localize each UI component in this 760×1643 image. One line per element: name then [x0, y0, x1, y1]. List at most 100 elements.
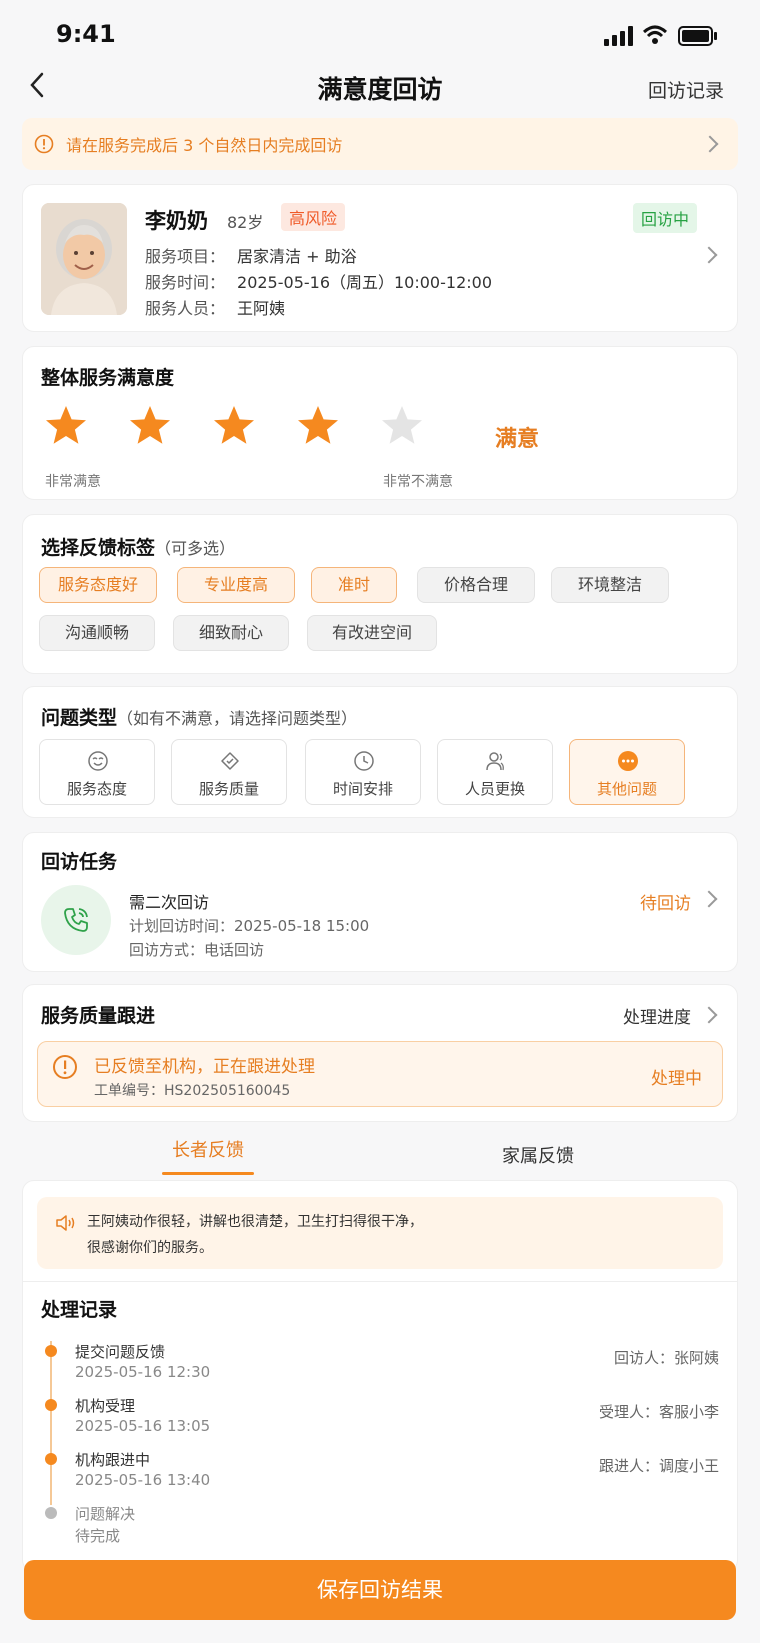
- feedback-tags-card: 选择反馈标签（可多选） 服务态度好 专业度高 准时 价格合理 环境整洁沟通顺畅 细致耐心有…: [22, 514, 738, 674]
- staff-row: 服务人员： 王阿姨: [145, 295, 285, 319]
- service-time-label: 服务时间：: [145, 273, 226, 292]
- alert-icon: [53, 1055, 77, 1079]
- star-filled-icon[interactable]: [295, 403, 341, 449]
- satisfaction-title: 整体服务满意度: [41, 367, 175, 389]
- risk-badge: 高风险: [281, 203, 346, 231]
- scale-right-label: 非常不满意: [383, 474, 453, 490]
- save-button[interactable]: 保存回访结果: [24, 1560, 736, 1620]
- record-title: 提交问题反馈: [75, 1343, 166, 1361]
- signal-icon: [604, 26, 633, 46]
- quality-tag-icon: [221, 752, 239, 770]
- feedback-tag[interactable]: 环境整洁: [551, 567, 669, 603]
- staff-value: 王阿姨: [237, 299, 286, 318]
- record-person: 回访人：张阿姨: [613, 1349, 719, 1367]
- star-filled-icon[interactable]: [211, 403, 257, 449]
- process-status: 处理中: [651, 1069, 702, 1089]
- scale-left-label: 非常满意: [45, 474, 101, 490]
- star-empty-icon[interactable]: [379, 403, 425, 449]
- alert-box[interactable]: 已反馈至机构，正在跟进处理 工单编号：HS202505160045 处理中: [37, 1041, 723, 1107]
- timeline-dot: [45, 1345, 57, 1357]
- feedback-tag[interactable]: 沟通顺畅: [39, 615, 155, 651]
- feedback-records-card: 王阿姨动作很轻，讲解也很清楚，卫生打扫得很干净， 很感谢你们的服务。 处理记录 …: [22, 1180, 738, 1572]
- timeline-dot: [45, 1507, 57, 1519]
- patient-age: 82岁: [227, 213, 264, 232]
- quality-followup-card: 服务质量跟进 处理进度 已反馈至机构，正在跟进处理 工单编号：HS2025051…: [22, 984, 738, 1122]
- status-bar: 9:41: [0, 0, 760, 70]
- feedback-tags-title: 选择反馈标签（可多选）: [41, 533, 235, 560]
- service-item-row: 服务项目： 居家清洁 + 助浴: [145, 243, 357, 267]
- issue-types-title-text: 问题类型: [41, 707, 118, 729]
- tab-family-feedback[interactable]: 家属反馈: [502, 1142, 574, 1168]
- more-dots-icon: [618, 751, 638, 771]
- followup-task-title: 回访任务: [41, 851, 118, 873]
- issue-type-label: 时间安排: [332, 780, 393, 798]
- alert-title: 已反馈至机构，正在跟进处理: [94, 1057, 315, 1077]
- issue-type-option[interactable]: 服务态度: [39, 739, 155, 805]
- task-plan-time: 计划回访时间：2025-05-18 15:00: [129, 917, 370, 935]
- clock-icon: [354, 751, 374, 771]
- issue-type-option[interactable]: 其他问题: [569, 739, 685, 805]
- record-time: 2025-05-16 13:05: [75, 1417, 211, 1435]
- issue-types-title: 问题类型（如有不满意，请选择问题类型）: [41, 703, 357, 730]
- feedback-tag[interactable]: 价格合理: [417, 567, 535, 603]
- feedback-quote-line-2: 很感谢你们的服务。: [87, 1240, 213, 1256]
- speaker-icon: [56, 1215, 75, 1231]
- star-filled-icon[interactable]: [43, 403, 89, 449]
- feedback-tag[interactable]: 服务态度好: [39, 567, 157, 603]
- feedback-tag[interactable]: 准时: [311, 567, 397, 603]
- task-status: 待回访: [640, 894, 691, 914]
- record-time: 待完成: [75, 1527, 121, 1545]
- task-method: 回访方式：电话回访: [129, 941, 265, 959]
- feedback-quote-line-1: 王阿姨动作很轻，讲解也很清楚，卫生打扫得很干净，: [87, 1214, 423, 1230]
- service-item-value: 居家清洁 + 助浴: [237, 247, 357, 266]
- feedback-tabs: 长者反馈 家属反馈: [22, 1128, 738, 1180]
- users-icon: [486, 752, 504, 771]
- followup-task-card[interactable]: 回访任务 需二次回访 计划回访时间：2025-05-18 15:00 回访方式：…: [22, 832, 738, 972]
- record-time: 2025-05-16 12:30: [75, 1363, 211, 1381]
- service-time-value: 2025-05-16（周五）10:00-12:00: [237, 273, 492, 292]
- battery-icon: [678, 26, 717, 46]
- followup-records-link[interactable]: 回访记录: [648, 76, 724, 103]
- feedback-quote: 王阿姨动作很轻，讲解也很清楚，卫生打扫得很干净， 很感谢你们的服务。: [37, 1197, 723, 1269]
- feedback-tag[interactable]: 有改进空间: [307, 615, 437, 651]
- service-time-row: 服务时间： 2025-05-16（周五）10:00-12:00: [145, 269, 492, 293]
- feedback-tag[interactable]: 专业度高: [177, 567, 295, 603]
- feedback-tag[interactable]: 细致耐心: [173, 615, 289, 651]
- issue-type-label: 服务态度: [66, 780, 127, 798]
- issue-type-label: 服务质量: [198, 780, 259, 798]
- notice-text: 请在服务完成后 3 个自然日内完成回访: [66, 136, 343, 155]
- record-person: 跟进人：调度小王: [598, 1457, 719, 1475]
- record-title: 机构跟进中: [75, 1451, 151, 1469]
- patient-card[interactable]: 李奶奶 82岁 高风险 回访中 服务项目： 居家清洁 + 助浴 服务时间： 2025…: [22, 184, 738, 332]
- wifi-icon: [642, 25, 668, 44]
- service-item-label: 服务项目：: [145, 247, 226, 266]
- chevron-right-icon: [700, 246, 718, 264]
- chevron-right-icon[interactable]: [700, 1006, 718, 1024]
- info-icon: [34, 134, 54, 154]
- progress-link[interactable]: 处理进度: [623, 1003, 691, 1028]
- issue-type-option[interactable]: 服务质量: [171, 739, 287, 805]
- record-person: 受理人：客服小李: [598, 1403, 719, 1421]
- star-filled-icon[interactable]: [127, 403, 173, 449]
- patient-name: 李奶奶: [145, 209, 208, 233]
- issue-type-option[interactable]: 时间安排: [305, 739, 421, 805]
- page-title: 满意度回访: [317, 75, 443, 104]
- deadline-notice[interactable]: 请在服务完成后 3 个自然日内完成回访: [22, 118, 738, 170]
- avatar: [41, 203, 127, 315]
- phone-icon-circle: [41, 885, 111, 955]
- record-time: 2025-05-16 13:40: [75, 1471, 211, 1489]
- satisfaction-card: 整体服务满意度 满意 非常满意 非常不满意: [22, 346, 738, 500]
- feedback-tags-title-text: 选择反馈标签: [41, 537, 156, 559]
- timeline-dot: [45, 1453, 57, 1465]
- timeline-line: [50, 1341, 52, 1505]
- status-badge: 回访中: [632, 203, 697, 233]
- issue-type-option[interactable]: 人员更换: [437, 739, 553, 805]
- chevron-right-icon: [700, 890, 718, 908]
- issue-type-label: 其他问题: [596, 780, 657, 798]
- tab-elder-feedback[interactable]: 长者反馈: [172, 1136, 244, 1162]
- phone-icon: [64, 908, 88, 932]
- ticket-number: 工单编号：HS202505160045: [94, 1083, 291, 1099]
- records-title: 处理记录: [41, 1299, 118, 1321]
- rating-label: 满意: [495, 427, 540, 452]
- chevron-right-icon: [701, 135, 719, 153]
